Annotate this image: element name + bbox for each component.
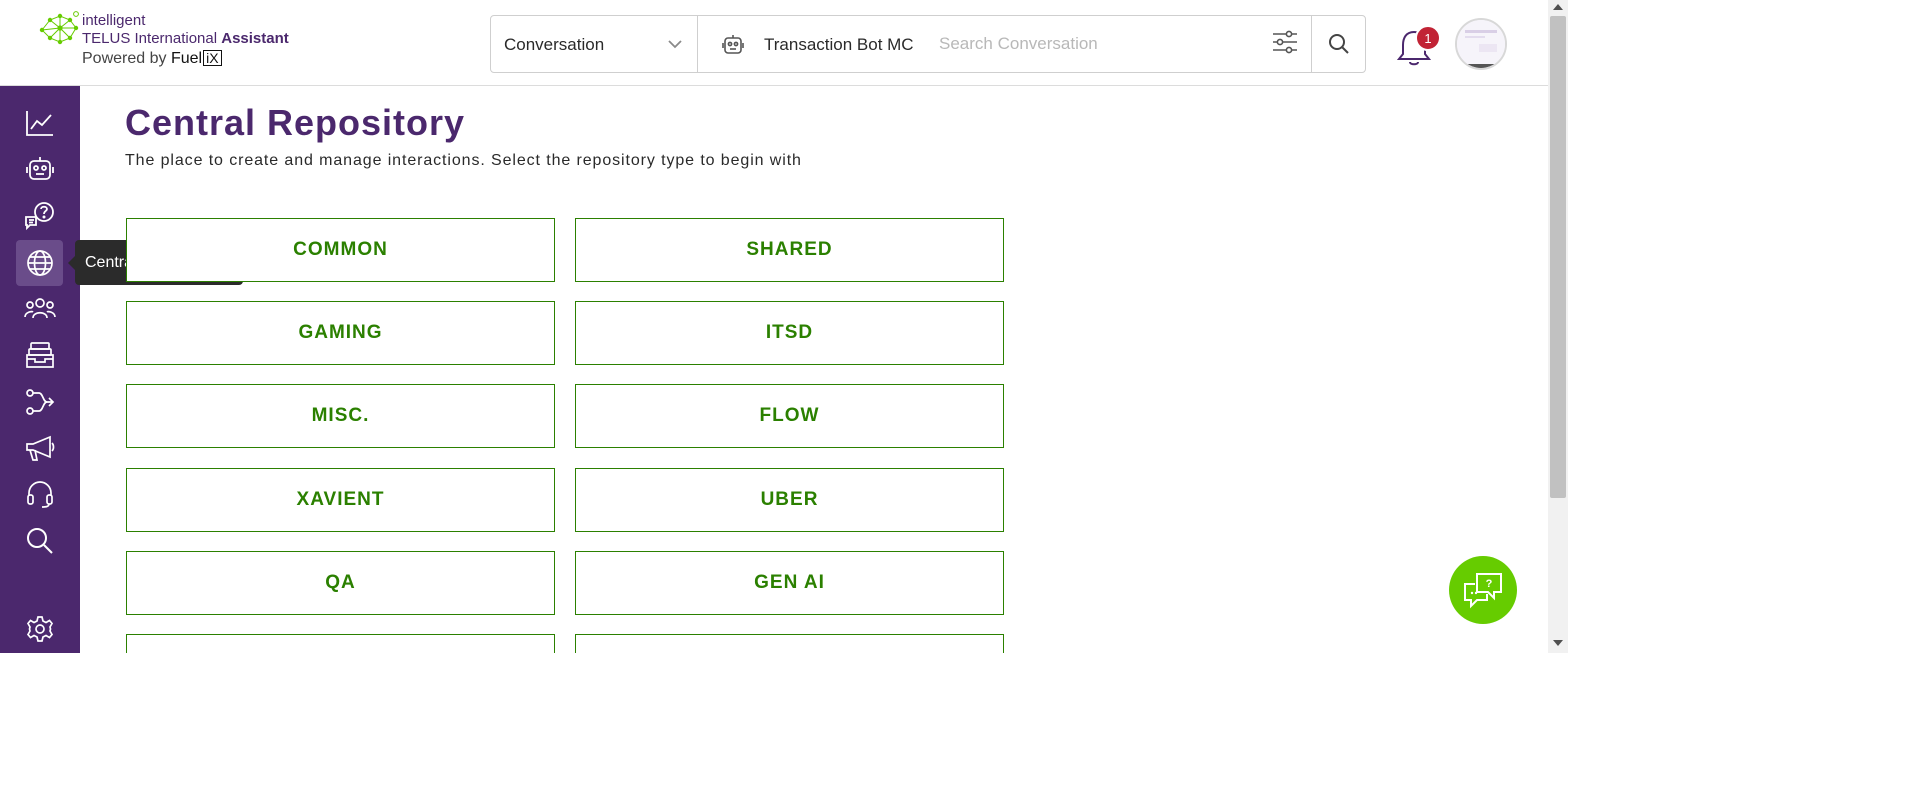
globe-icon [26, 250, 53, 276]
top-header: intelligent TELUS International Assistan… [0, 0, 1548, 86]
sidebar-item-settings[interactable] [16, 606, 63, 652]
sidebar-item-faq[interactable] [16, 193, 63, 239]
sidebar-item-analytics[interactable] [16, 100, 63, 146]
logo-line-intelligent: intelligent [82, 12, 146, 29]
sidebar-item-inbox[interactable] [16, 332, 63, 378]
repo-xavient-button[interactable]: XAVIENT [126, 468, 555, 532]
question-chat-icon [24, 202, 54, 231]
repo-itsd-button[interactable]: ITSD [575, 301, 1004, 365]
brand-logo[interactable]: intelligent TELUS International Assistan… [38, 8, 298, 72]
repo-gaming-button[interactable]: GAMING [126, 301, 555, 365]
line-chart-icon [25, 111, 53, 136]
sidebar-item-search[interactable] [16, 518, 63, 564]
repo-common-button[interactable]: COMMON [126, 218, 555, 282]
inbox-tray-icon [25, 342, 54, 368]
page-subtitle: The place to create and manage interacti… [125, 152, 802, 169]
chevron-down-icon [668, 40, 682, 49]
headset-icon [26, 481, 53, 508]
scroll-down-arrow-icon[interactable] [1553, 640, 1563, 646]
search-conversation-input[interactable] [939, 30, 1239, 58]
search-type-selected: Conversation [504, 35, 605, 54]
filter-sliders-icon[interactable] [1271, 29, 1299, 55]
gear-icon [26, 616, 53, 642]
scroll-up-arrow-icon[interactable] [1553, 4, 1563, 10]
repo-partial-button[interactable] [575, 634, 1004, 653]
chat-support-button[interactable]: ? [1449, 556, 1517, 624]
avatar-thumbnail-icon [1457, 20, 1505, 68]
repo-qa-button[interactable]: QA [126, 551, 555, 615]
left-sidebar [0, 86, 80, 653]
flow-branch-icon [25, 389, 54, 415]
repo-uber-button[interactable]: UBER [575, 468, 1004, 532]
notification-count-badge: 1 [1415, 25, 1441, 51]
sidebar-item-flows[interactable] [16, 379, 63, 425]
selected-bot-name[interactable]: Transaction Bot MC [764, 35, 924, 55]
repo-shared-button[interactable]: SHARED [575, 218, 1004, 282]
app-root: intelligent TELUS International Assistan… [0, 0, 1568, 653]
vertical-scrollbar[interactable] [1548, 0, 1568, 653]
robot-icon [722, 35, 744, 54]
neural-network-logo-icon [39, 11, 79, 45]
sidebar-item-campaigns[interactable] [16, 425, 63, 471]
repo-flow-button[interactable]: FLOW [575, 384, 1004, 448]
logo-line-company: TELUS International Assistant [82, 30, 289, 47]
search-type-dropdown[interactable]: Conversation [491, 16, 698, 72]
sidebar-item-bots[interactable] [16, 147, 63, 193]
sidebar-item-users[interactable] [16, 286, 63, 332]
user-avatar[interactable] [1455, 18, 1507, 70]
sidebar-item-support[interactable] [16, 471, 63, 517]
repo-misc-button[interactable]: MISC. [126, 384, 555, 448]
conversation-search-bar: Conversation Transaction Bot MC [490, 15, 1366, 73]
repo-gen-ai-button[interactable]: GEN AI [575, 551, 1004, 615]
sidebar-item-central-repository[interactable] [16, 240, 63, 286]
robot-icon [25, 157, 54, 180]
logo-line-powered-by: Powered by Fuel iX [82, 50, 222, 68]
repo-partial-button[interactable] [126, 634, 555, 653]
scrollbar-thumb[interactable] [1550, 16, 1566, 498]
users-group-icon [23, 298, 56, 319]
megaphone-icon [25, 435, 54, 461]
svg-text:?: ? [1486, 578, 1493, 590]
search-icon [26, 528, 53, 554]
page-title: Central Repository [125, 102, 466, 143]
search-icon [1329, 34, 1349, 54]
chat-bubbles-question-icon: ? [1464, 573, 1502, 609]
search-button[interactable] [1311, 16, 1366, 72]
